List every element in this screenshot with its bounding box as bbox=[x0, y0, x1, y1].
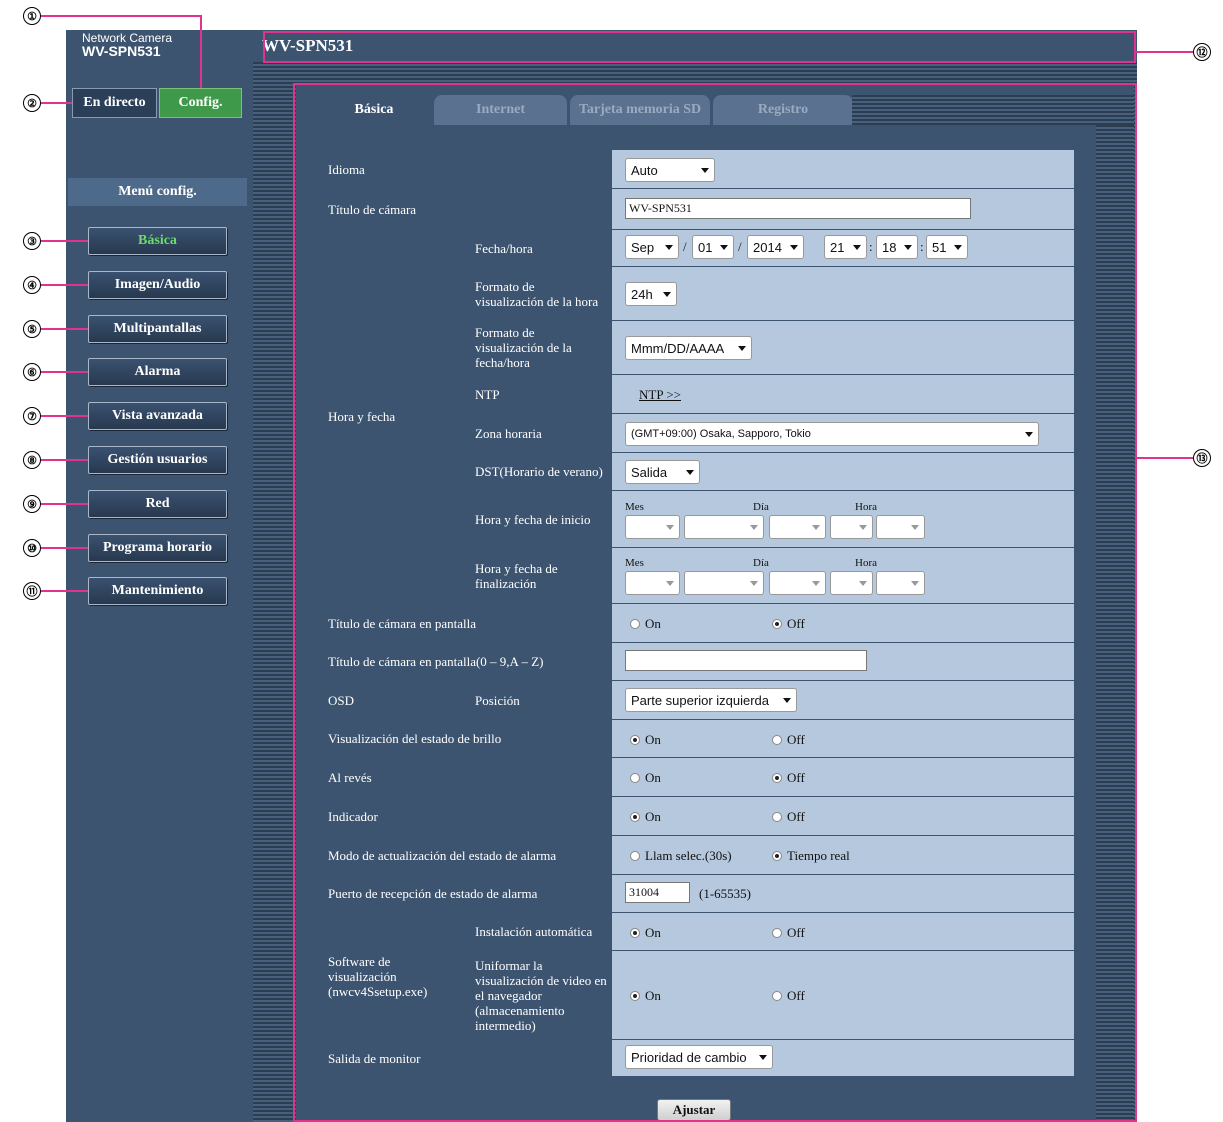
menu-user-management-button[interactable]: Gestión usuarios bbox=[88, 446, 227, 474]
callout-line bbox=[40, 503, 88, 505]
callout-13: ⑬ bbox=[1193, 449, 1211, 467]
camera-model-label: WV-SPN531 bbox=[82, 43, 161, 59]
setup-menu-title: Menú config. bbox=[68, 178, 247, 206]
callout-frame-header bbox=[263, 31, 1136, 63]
callout-line bbox=[40, 415, 88, 417]
callout-frame-content bbox=[293, 83, 1137, 1122]
menu-maintenance-button[interactable]: Mantenimiento bbox=[88, 577, 227, 605]
config-button[interactable]: Config. bbox=[159, 88, 242, 118]
callout-12: ⑫ bbox=[1193, 43, 1211, 61]
callout-line bbox=[1136, 51, 1193, 53]
callout-line bbox=[40, 240, 88, 242]
callout-line bbox=[40, 459, 88, 461]
callout-line bbox=[40, 102, 72, 104]
live-view-button[interactable]: En directo bbox=[72, 88, 157, 118]
callout-line bbox=[1136, 457, 1193, 459]
callout-6: ⑥ bbox=[23, 363, 41, 381]
callout-7: ⑦ bbox=[23, 407, 41, 425]
menu-network-button[interactable]: Red bbox=[88, 490, 227, 518]
callout-8: ⑧ bbox=[23, 451, 41, 469]
callout-line bbox=[40, 15, 202, 17]
callout-line bbox=[40, 547, 88, 549]
callout-10: ⑩ bbox=[23, 539, 41, 557]
callout-5: ⑤ bbox=[23, 320, 41, 338]
callout-line bbox=[40, 284, 88, 286]
menu-multiscreen-button[interactable]: Multipantallas bbox=[88, 315, 227, 343]
menu-alarm-button[interactable]: Alarma bbox=[88, 358, 227, 386]
menu-advanced-view-button[interactable]: Vista avanzada bbox=[88, 402, 227, 430]
callout-2: ② bbox=[23, 94, 41, 112]
callout-11: ⑪ bbox=[23, 582, 41, 600]
callout-line bbox=[40, 590, 88, 592]
callout-line bbox=[40, 328, 88, 330]
callout-3: ③ bbox=[23, 232, 41, 250]
callout-line bbox=[40, 371, 88, 373]
callout-9: ⑨ bbox=[23, 495, 41, 513]
menu-basic-button[interactable]: Básica bbox=[88, 227, 227, 255]
menu-image-audio-button[interactable]: Imagen/Audio bbox=[88, 271, 227, 299]
callout-line bbox=[200, 15, 202, 88]
callout-1: ① bbox=[23, 7, 41, 25]
menu-schedule-button[interactable]: Programa horario bbox=[88, 534, 227, 562]
callout-4: ④ bbox=[23, 276, 41, 294]
